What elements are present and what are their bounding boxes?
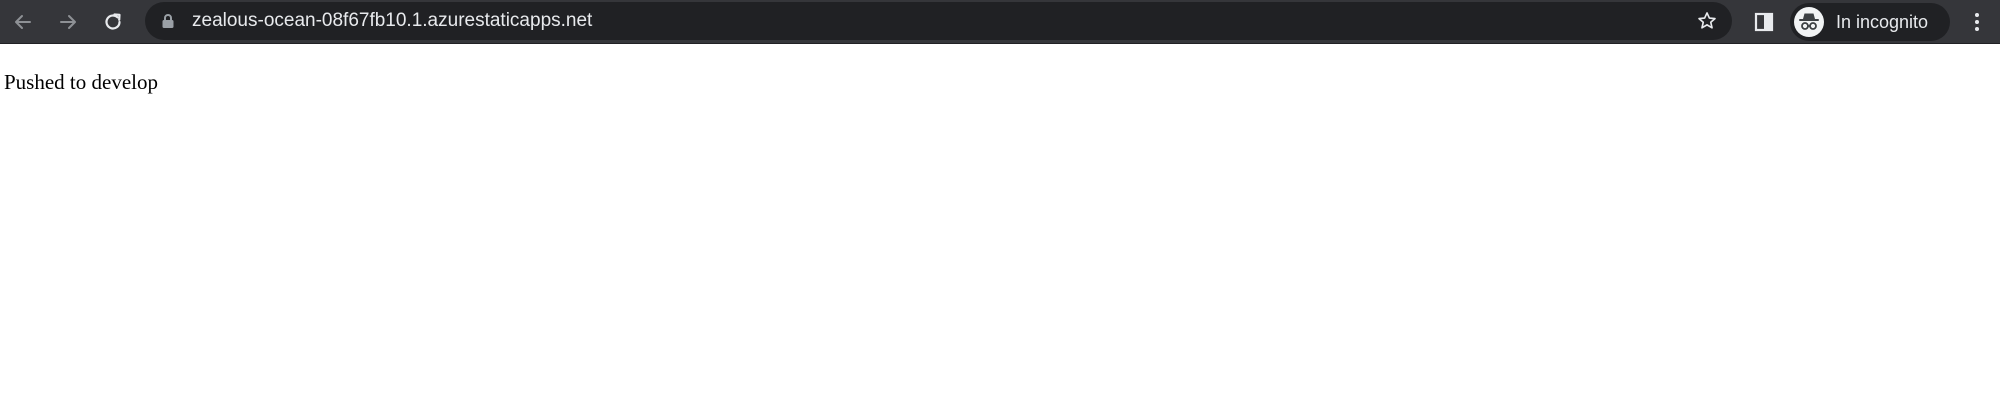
browser-toolbar: zealous-ocean-08f67fb10.1.azurestaticapp… xyxy=(0,0,2000,44)
star-icon[interactable] xyxy=(1696,10,1718,32)
page-body-text: Pushed to develop xyxy=(4,70,158,94)
incognito-label: In incognito xyxy=(1836,12,1929,32)
browser-window: zealous-ocean-08f67fb10.1.azurestaticapp… xyxy=(0,0,2000,408)
back-button[interactable] xyxy=(7,6,39,38)
reload-icon xyxy=(102,11,124,33)
lock-icon[interactable] xyxy=(161,13,175,29)
forward-button[interactable] xyxy=(52,6,84,38)
forward-arrow-icon xyxy=(57,11,79,33)
kebab-menu-icon[interactable] xyxy=(1965,10,1989,34)
reload-button[interactable] xyxy=(97,6,129,38)
page-content: Pushed to develop xyxy=(0,44,2000,408)
incognito-indicator[interactable]: In incognito xyxy=(1790,3,1950,41)
side-panel-icon[interactable] xyxy=(1753,11,1775,33)
url-text[interactable]: zealous-ocean-08f67fb10.1.azurestaticapp… xyxy=(192,2,592,40)
incognito-icon xyxy=(1794,7,1824,37)
address-bar[interactable]: zealous-ocean-08f67fb10.1.azurestaticapp… xyxy=(145,2,1732,40)
back-arrow-icon xyxy=(12,11,34,33)
